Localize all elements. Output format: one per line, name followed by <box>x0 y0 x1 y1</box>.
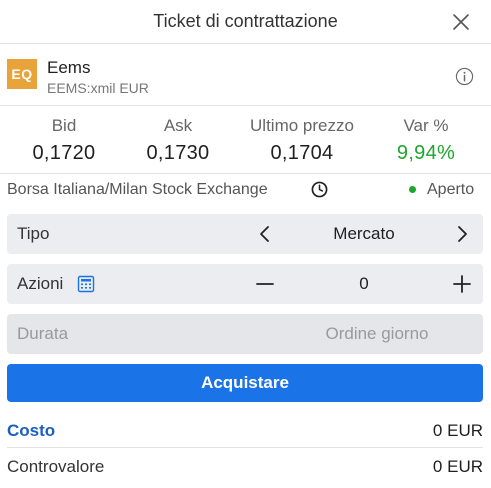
total-value: 0 EUR <box>432 457 483 476</box>
last-price-quote: Ultimo prezzo 0,1704 <box>232 116 372 165</box>
plus-icon[interactable] <box>451 273 473 295</box>
ask-value: 0,1730 <box>146 142 210 164</box>
change-label: Var % <box>403 116 449 135</box>
total-value-row: Controvalore 0 EUR <box>7 450 483 484</box>
chevron-right-icon[interactable] <box>451 223 473 245</box>
quote-panel: Bid 0,1720 Ask 0,1730 Ultimo prezzo 0,17… <box>0 106 491 174</box>
bid-label: Bid <box>51 116 77 135</box>
order-type-label: Tipo <box>17 224 50 243</box>
ticket-header: Ticket di contrattazione <box>0 0 491 44</box>
exchange-name: Borsa Italiana/Milan Stock Exchange <box>7 181 268 198</box>
bid-quote: Bid 0,1720 <box>14 116 114 165</box>
info-icon[interactable] <box>455 67 474 86</box>
instrument-name: Eems <box>47 58 91 77</box>
shares-value[interactable]: 0 <box>297 274 431 294</box>
market-status: Aperto <box>427 181 475 198</box>
last-price-label: Ultimo prezzo <box>250 116 354 135</box>
total-value-label: Controvalore <box>7 457 105 476</box>
duration-value: Ordine giorno <box>325 324 429 343</box>
cost-row: Costo 0 EUR <box>7 414 483 448</box>
shares-stepper[interactable]: Azioni 0 <box>7 264 483 304</box>
close-icon[interactable] <box>451 12 471 32</box>
clock-icon[interactable] <box>311 181 328 198</box>
chevron-left-icon[interactable] <box>254 223 276 245</box>
market-status-dot <box>409 186 416 193</box>
change-quote: Var % 9,94% <box>376 116 476 165</box>
ask-label: Ask <box>163 116 193 135</box>
buy-button[interactable]: Acquistare <box>7 364 483 402</box>
duration-label: Durata <box>17 324 69 343</box>
order-type-value: Mercato <box>333 224 395 243</box>
cost-value: 0 EUR <box>432 421 483 440</box>
shares-label: Azioni <box>17 274 64 293</box>
change-value: 9,94% <box>396 142 456 164</box>
calculator-icon[interactable] <box>77 275 95 293</box>
ticket-title: Ticket di contrattazione <box>153 11 338 31</box>
cost-label[interactable]: Costo <box>7 421 55 441</box>
minus-icon[interactable] <box>254 273 276 295</box>
market-info: Borsa Italiana/Milan Stock Exchange Aper… <box>0 174 491 206</box>
last-price-value: 0,1704 <box>270 142 334 164</box>
instrument-type-badge: EQ <box>7 59 37 89</box>
ask-quote: Ask 0,1730 <box>128 116 228 165</box>
bid-value: 0,1720 <box>32 142 96 164</box>
duration-field[interactable]: Durata Ordine giorno <box>7 314 483 354</box>
instrument-symbol: EEMS:xmil EUR <box>47 80 149 96</box>
instrument-header: EQ Eems EEMS:xmil EUR <box>0 44 491 106</box>
order-type-selector[interactable]: Tipo Mercato <box>7 214 483 254</box>
